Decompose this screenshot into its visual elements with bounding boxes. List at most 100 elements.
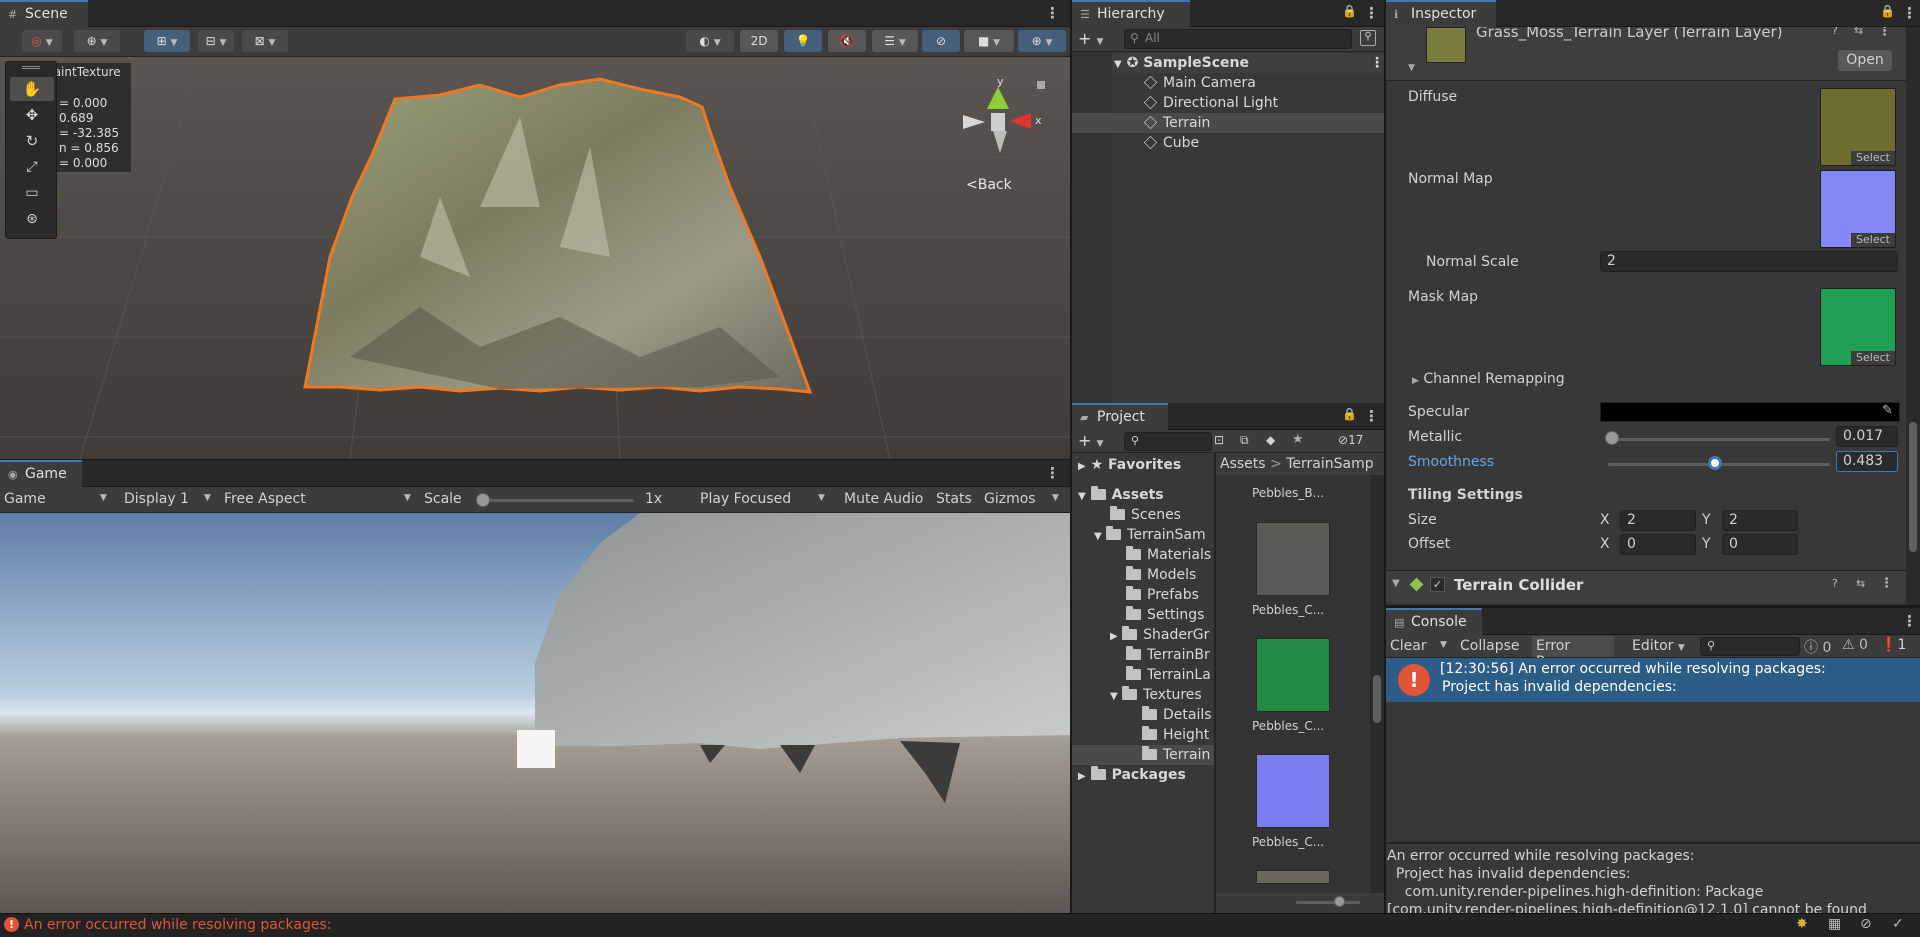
scale-tool-icon[interactable]: ⤢: [10, 155, 54, 179]
gizmo-x-cone-icon[interactable]: [1009, 113, 1031, 129]
game-menu-icon[interactable]: ⋮: [1045, 464, 1060, 482]
folder-scenes[interactable]: Scenes: [1110, 505, 1181, 525]
editor-dropdown[interactable]: Editor ▼: [1632, 638, 1685, 654]
mask-map-select-button[interactable]: Select: [1851, 351, 1895, 365]
folder-terrain-sample[interactable]: ▼ TerrainSam: [1094, 525, 1206, 545]
folder-terrain[interactable]: Terrain: [1072, 745, 1214, 765]
breadcrumb-terrain-sample[interactable]: TerrainSamp: [1286, 456, 1373, 472]
favorites-row[interactable]: ▶ ★ Favorites: [1078, 455, 1181, 475]
normal-scale-field[interactable]: 2: [1600, 251, 1898, 272]
bug-report-icon[interactable]: ✸: [1796, 916, 1808, 932]
toggle-2d-button[interactable]: 2D: [740, 30, 778, 52]
mask-map-texture-slot[interactable]: Select: [1820, 288, 1896, 366]
audio-toggle-icon[interactable]: 🔇: [828, 30, 866, 52]
favorite-star-icon[interactable]: ★: [1292, 432, 1304, 447]
tab-console[interactable]: ▤ Console: [1386, 608, 1482, 635]
metallic-slider[interactable]: [1608, 438, 1830, 441]
smoothness-field[interactable]: 0.483: [1836, 451, 1898, 472]
inspector-lock-icon[interactable]: 🔒: [1880, 4, 1895, 18]
orientation-gizmo[interactable]: y x: [955, 75, 1045, 175]
smoothness-slider-knob[interactable]: [1708, 456, 1723, 470]
clear-button[interactable]: Clear: [1390, 638, 1427, 654]
gizmo-neg-x-cone-icon[interactable]: [963, 115, 985, 129]
gizmo-neg-y-cone-icon[interactable]: [993, 131, 1007, 153]
effects-toggle-icon[interactable]: ☰ ▼: [872, 30, 918, 52]
scene-viewport[interactable]: PaintTexture = 0.000 0.689 = -32.385 n =…: [0, 57, 1070, 459]
folder-terrain-layers[interactable]: TerrainLa: [1126, 665, 1211, 685]
help-icon[interactable]: ?: [1832, 577, 1838, 590]
offset-y-field[interactable]: 0: [1722, 534, 1798, 555]
mute-audio-button[interactable]: Mute Audio: [844, 491, 923, 507]
hierarchy-item-main-camera[interactable]: Main Camera: [1143, 73, 1256, 93]
offset-x-field[interactable]: 0: [1620, 534, 1696, 555]
search-options-icon[interactable]: ⚲: [1360, 30, 1376, 46]
draw-mode-button[interactable]: ◎ ▼: [22, 30, 62, 52]
play-focused-dropdown[interactable]: Play Focused: [700, 491, 791, 507]
asset-label[interactable]: Pebbles_C...: [1252, 835, 1324, 849]
scene-menu-icon[interactable]: ⋮: [1045, 4, 1060, 22]
collider-enabled-checkbox[interactable]: ✓: [1430, 577, 1445, 592]
folder-shader-graphs[interactable]: ▶ ShaderGr: [1110, 625, 1209, 645]
hierarchy-scene-row[interactable]: ▼ ✪ SampleScene ⋮: [1112, 53, 1384, 73]
scale-slider-knob[interactable]: [476, 493, 490, 507]
asset-thumbnail-partial[interactable]: [1256, 870, 1330, 884]
tab-hierarchy[interactable]: ☰ Hierarchy: [1072, 0, 1190, 27]
folder-materials[interactable]: Materials: [1126, 545, 1211, 565]
progress-check-icon[interactable]: ✓: [1892, 916, 1904, 932]
filter-label-icon[interactable]: ◆: [1266, 433, 1275, 447]
project-scrollbar-thumb[interactable]: [1373, 675, 1381, 723]
console-entry-selected[interactable]: ! [12:30:56] An error occurred while res…: [1386, 658, 1920, 702]
normal-map-texture-slot[interactable]: Select: [1820, 170, 1896, 248]
log-filter-button[interactable]: ⓘ 0: [1804, 637, 1831, 657]
gizmo-back-label[interactable]: <Back: [966, 177, 1012, 193]
rotate-tool-icon[interactable]: ↻: [10, 129, 54, 153]
cache-server-icon[interactable]: ▦: [1828, 916, 1841, 932]
tab-game[interactable]: ◉ Game: [0, 460, 82, 487]
game-viewport[interactable]: [0, 513, 1070, 913]
specular-color-field[interactable]: [1600, 402, 1900, 422]
warning-filter-button[interactable]: ⚠ 0: [1842, 637, 1868, 653]
hierarchy-item-terrain[interactable]: Terrain: [1072, 113, 1384, 133]
inspector-menu-icon[interactable]: ⋮: [1902, 4, 1917, 22]
drag-handle-icon[interactable]: [22, 66, 40, 69]
hierarchy-item-directional-light[interactable]: Directional Light: [1143, 93, 1278, 113]
display-dropdown[interactable]: Display 1: [124, 491, 189, 507]
hierarchy-item-cube[interactable]: Cube: [1143, 133, 1199, 153]
project-menu-icon[interactable]: ⋮: [1364, 407, 1379, 425]
thumbnail-size-knob[interactable]: [1334, 896, 1345, 907]
asset-label[interactable]: Pebbles_C...: [1252, 719, 1324, 733]
diffuse-texture-slot[interactable]: Select: [1820, 88, 1896, 166]
tab-project[interactable]: ▰ Project: [1072, 403, 1168, 430]
gizmo-y-cone-icon[interactable]: [987, 87, 1009, 109]
camera-settings-icon[interactable]: ■ ▼: [964, 30, 1014, 52]
folder-settings[interactable]: Settings: [1126, 605, 1204, 625]
eyedropper-icon[interactable]: ✎: [1882, 403, 1893, 418]
folder-terrain-brushes[interactable]: TerrainBr: [1126, 645, 1210, 665]
error-filter-button[interactable]: ❗1: [1880, 637, 1906, 653]
error-pause-button[interactable]: Error Pause: [1532, 636, 1614, 670]
grid-visibility-button[interactable]: ⊟ ▼: [198, 30, 234, 52]
project-scrollbar[interactable]: [1370, 475, 1384, 893]
aspect-dropdown[interactable]: Free Aspect: [224, 491, 306, 507]
breadcrumb-assets[interactable]: Assets: [1220, 456, 1266, 472]
status-message[interactable]: An error occurred while resolving packag…: [24, 917, 331, 933]
create-asset-button[interactable]: + ▼: [1078, 431, 1103, 450]
auto-generate-lighting-icon[interactable]: ⊘: [1860, 916, 1872, 932]
folder-models[interactable]: Models: [1126, 565, 1196, 585]
folder-details[interactable]: Details: [1142, 705, 1212, 725]
hierarchy-menu-icon[interactable]: ⋮: [1364, 4, 1379, 22]
project-search-input[interactable]: ⚲: [1124, 432, 1212, 451]
lighting-toggle-icon[interactable]: 💡: [784, 30, 822, 52]
stats-button[interactable]: Stats: [936, 491, 972, 507]
transform-tool-icon[interactable]: ⊛: [10, 207, 54, 231]
gizmo-lock-icon[interactable]: [1037, 81, 1045, 89]
tab-scene[interactable]: # Scene: [0, 0, 88, 27]
shading-mode-button[interactable]: ◐ ▼: [686, 30, 734, 52]
packages-row[interactable]: ▶ Packages: [1078, 765, 1186, 785]
asset-label[interactable]: Pebbles_C...: [1252, 603, 1324, 617]
preset-icon[interactable]: ⇆: [1854, 27, 1863, 37]
assets-row[interactable]: ▼ Assets: [1078, 485, 1164, 505]
project-lock-icon[interactable]: 🔒: [1342, 407, 1357, 421]
clear-options-caret-icon[interactable]: ▼: [1440, 640, 1447, 650]
scene-menu-icon[interactable]: ⋮: [1370, 53, 1384, 73]
